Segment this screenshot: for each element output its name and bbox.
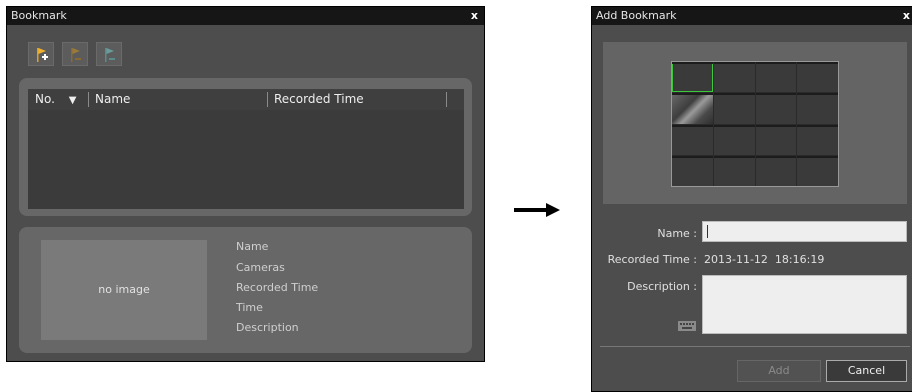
info-cameras-label: Cameras xyxy=(236,261,285,274)
divider xyxy=(600,346,910,347)
info-description-label: Description xyxy=(236,321,299,334)
camera-cell xyxy=(797,124,838,155)
camera-cell xyxy=(672,93,713,124)
add-bookmark-button[interactable] xyxy=(28,42,54,66)
camera-cell xyxy=(713,62,755,93)
sort-down-icon: ▼ xyxy=(68,95,77,106)
description-field[interactable] xyxy=(702,275,907,334)
bookmark-list[interactable] xyxy=(28,110,464,209)
camera-cell xyxy=(797,62,838,93)
camera-cell xyxy=(713,93,755,124)
close-icon[interactable]: x xyxy=(903,7,910,25)
preview-image: no image xyxy=(41,240,207,340)
camera-cell xyxy=(713,124,755,155)
bookmark-title-bar[interactable]: Bookmark x xyxy=(7,7,484,25)
info-recorded-time-label: Recorded Time xyxy=(236,281,319,294)
close-icon[interactable]: x xyxy=(471,7,478,25)
bookmark-edit-icon xyxy=(71,48,81,62)
bookmark-window-title: Bookmark xyxy=(11,9,67,22)
recorded-time-value: 2013-11-12 18:16:19 xyxy=(704,253,825,266)
arrow-right-icon xyxy=(514,203,560,217)
text-cursor xyxy=(707,225,708,238)
edit-bookmark-button[interactable] xyxy=(62,42,88,66)
recorded-time-label: Recorded Time : xyxy=(607,253,697,266)
keyboard-icon[interactable] xyxy=(678,321,696,331)
list-header: No. ▼ Name Recorded Time xyxy=(28,89,464,110)
camera-cell xyxy=(672,155,713,186)
add-bookmark-title-bar[interactable]: Add Bookmark x xyxy=(592,7,912,25)
camera-grid-thumbnail xyxy=(671,61,839,187)
camera-cell xyxy=(755,124,797,155)
description-label: Description : xyxy=(627,280,697,293)
delete-bookmark-button[interactable] xyxy=(96,42,122,66)
name-input[interactable] xyxy=(702,221,907,242)
camera-cell xyxy=(755,93,797,124)
add-button[interactable]: Add xyxy=(737,360,821,382)
column-no[interactable]: No. ▼ xyxy=(35,89,76,111)
info-name-label: Name xyxy=(236,240,269,253)
add-bookmark-window-title: Add Bookmark xyxy=(596,9,677,22)
info-time-label: Time xyxy=(236,301,263,314)
camera-cell xyxy=(797,155,838,186)
bookmark-delete-icon xyxy=(105,48,115,62)
column-name[interactable]: Name xyxy=(95,89,130,110)
column-separator xyxy=(267,92,268,107)
column-recorded-time[interactable]: Recorded Time xyxy=(274,89,364,110)
camera-cell xyxy=(797,93,838,124)
camera-cell xyxy=(755,62,797,93)
name-label: Name : xyxy=(657,227,697,240)
camera-cell xyxy=(672,62,713,93)
camera-cell xyxy=(672,124,713,155)
cancel-button[interactable]: Cancel xyxy=(826,360,907,382)
camera-cell xyxy=(755,155,797,186)
camera-cell xyxy=(713,155,755,186)
column-separator xyxy=(446,92,447,107)
column-separator xyxy=(88,92,89,107)
no-image-text: no image xyxy=(98,283,150,296)
bookmark-add-icon xyxy=(37,48,48,62)
